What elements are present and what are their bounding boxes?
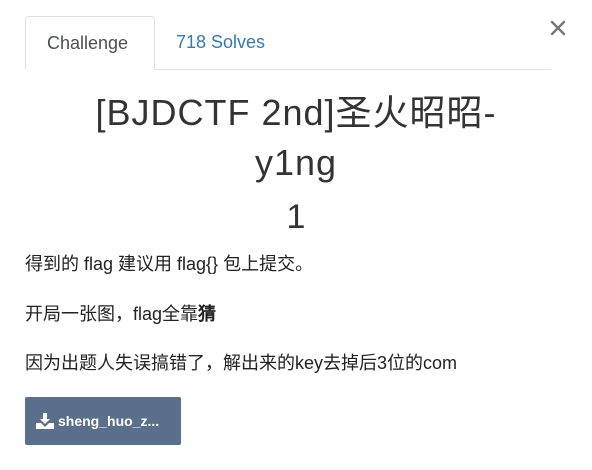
challenge-modal: Challenge 718 Solves [BJDCTF 2nd]圣火昭昭- y… xyxy=(0,0,592,470)
challenge-title: [BJDCTF 2nd]圣火昭昭- y1ng xyxy=(0,88,592,188)
tab-solves[interactable]: 718 Solves xyxy=(155,16,286,69)
description-line-2-text: 开局一张图，flag全靠 xyxy=(25,304,199,324)
challenge-title-line2: y1ng xyxy=(254,142,338,183)
description-line-2: 开局一张图，flag全靠猜 xyxy=(25,301,216,327)
challenge-tabs: Challenge 718 Solves xyxy=(25,16,551,70)
description-line-2-bold: 猜 xyxy=(198,304,217,324)
tab-challenge[interactable]: Challenge xyxy=(25,16,155,70)
description-line-3: 因为出题人失误搞错了，解出来的key去掉后3位的com xyxy=(25,353,458,373)
challenge-value: 1 xyxy=(286,198,306,236)
close-icon xyxy=(550,20,566,36)
close-button[interactable] xyxy=(548,18,568,38)
download-icon xyxy=(36,413,54,429)
download-file-button[interactable]: sheng_huo_z... xyxy=(25,397,181,445)
challenge-title-line1: [BJDCTF 2nd]圣火昭昭- xyxy=(95,92,497,133)
download-file-label: sheng_huo_z... xyxy=(58,413,160,429)
description-line-1: 得到的 flag 建议用 flag{} 包上提交。 xyxy=(25,254,314,274)
